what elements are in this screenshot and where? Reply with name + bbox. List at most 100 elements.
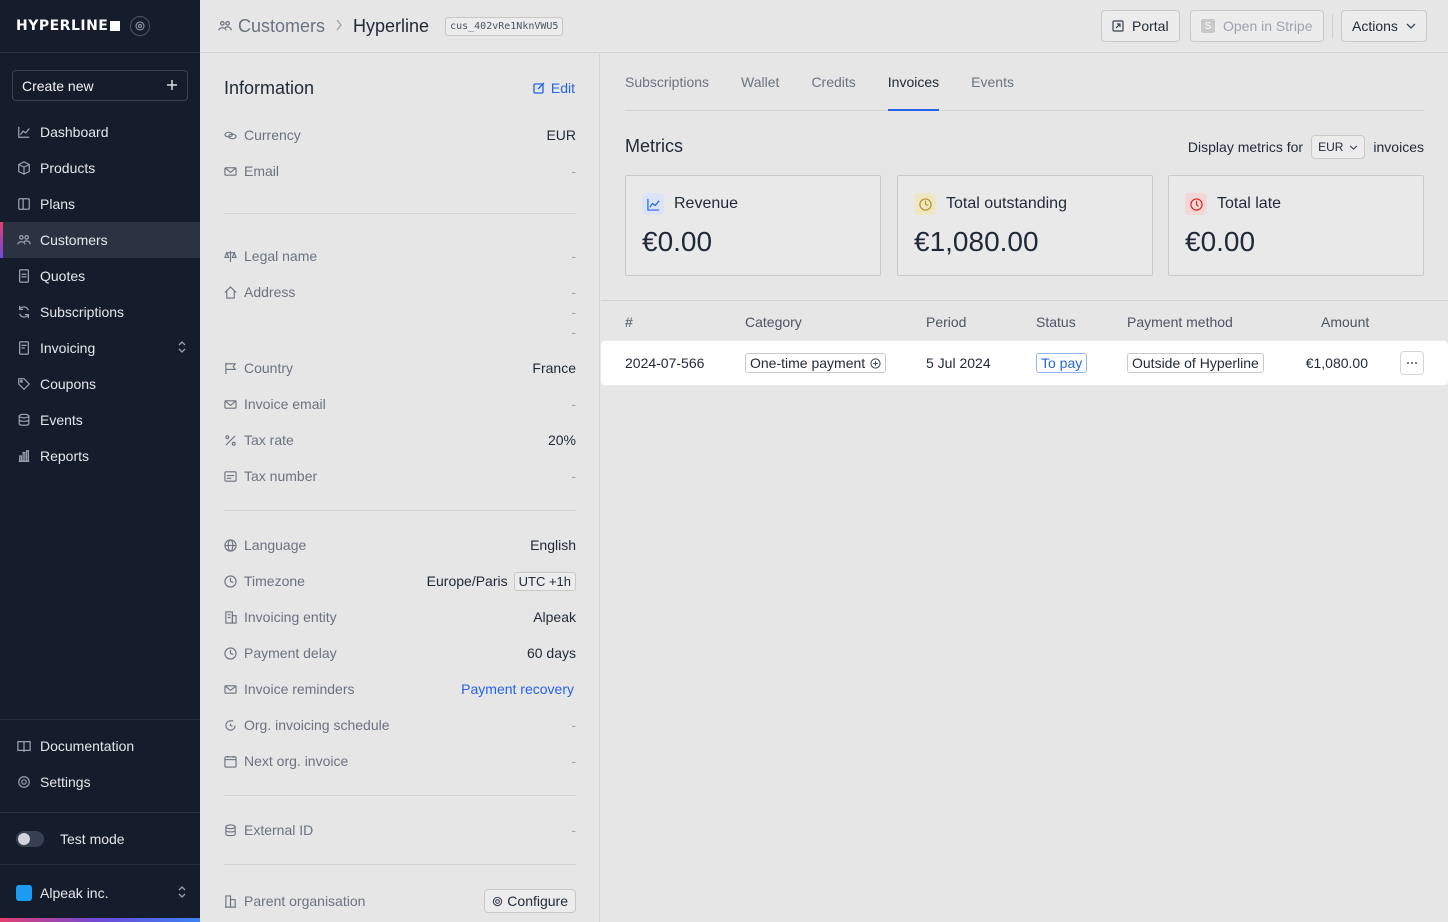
topbar-divider	[1332, 14, 1333, 38]
edit-button[interactable]: Edit	[533, 80, 575, 96]
sidebar-item-label: Plans	[40, 196, 76, 212]
open-in-stripe-label: Open in Stripe	[1223, 18, 1313, 34]
sidebar-item-quotes[interactable]: Quotes	[0, 258, 200, 294]
sidebar-item-reports[interactable]: Reports	[0, 438, 200, 474]
sidebar-item-documentation[interactable]: Documentation	[0, 728, 200, 764]
org-logo	[16, 885, 32, 901]
tab-credits[interactable]: Credits	[811, 53, 855, 110]
org-switcher[interactable]: Alpeak inc.	[0, 875, 200, 911]
sidebar-item-subscriptions[interactable]: Subscriptions	[0, 294, 200, 330]
sidebar-divider	[0, 719, 200, 720]
sidebar-item-customers[interactable]: Customers	[0, 222, 200, 258]
utc-offset-badge: UTC +1h	[513, 571, 576, 591]
page-title: Hyperline	[353, 15, 430, 36]
info-row-email: Email -	[224, 161, 576, 181]
metrics-filter: Display metrics for EUR invoices	[1188, 135, 1424, 159]
coins-icon	[224, 128, 238, 142]
timezone-label: Timezone	[244, 573, 305, 589]
tab-events[interactable]: Events	[971, 53, 1014, 110]
clock-icon	[914, 193, 936, 215]
invoice-icon	[16, 340, 32, 356]
category-badge: One-time payment	[745, 353, 887, 373]
table-row[interactable]: 2024-07-566 One-time payment 5 Jul 2024 …	[601, 341, 1448, 385]
col-status: Status	[1036, 314, 1076, 330]
sidebar-item-label: Dashboard	[40, 124, 109, 140]
address-line-1: -	[571, 284, 576, 300]
invoices-suffix: invoices	[1373, 139, 1424, 155]
expand-chevron-icon[interactable]	[178, 340, 186, 356]
sidebar-item-products[interactable]: Products	[0, 150, 200, 186]
sidebar-item-plans[interactable]: Plans	[0, 186, 200, 222]
sidebar-item-label: Customers	[40, 232, 108, 248]
info-row-invoice-reminders: Invoice reminders Payment recovery	[224, 679, 576, 699]
metric-card-total-late: Total late €0.00	[1168, 175, 1424, 276]
payment-recovery-link[interactable]: Payment recovery	[461, 681, 574, 697]
info-row-tax-rate: Tax rate 20%	[224, 430, 576, 450]
invoice-period: 5 Jul 2024	[926, 355, 991, 371]
country-label: Country	[244, 360, 294, 376]
test-mode-toggle[interactable]	[16, 831, 44, 847]
actions-button[interactable]: Actions	[1341, 10, 1427, 42]
sidebar-item-events[interactable]: Events	[0, 402, 200, 438]
sidebar-item-coupons[interactable]: Coupons	[0, 366, 200, 402]
logo-row: HYPERLINE	[0, 0, 200, 53]
sidebar-item-label: Subscriptions	[40, 304, 125, 320]
tax-number-value: -	[571, 468, 576, 484]
percent-icon	[224, 433, 238, 447]
currency-select[interactable]: EUR	[1311, 135, 1366, 159]
timezone-value: Europe/Paris	[426, 573, 508, 589]
clock-icon	[224, 646, 238, 660]
chevron-down-icon	[1349, 144, 1358, 150]
tax-number-label: Tax number	[244, 468, 318, 484]
database-icon	[224, 823, 238, 837]
total-late-label: Total late	[1217, 195, 1282, 212]
sidebar-item-label: Reports	[40, 448, 90, 464]
schedule-icon	[224, 718, 238, 732]
more-actions-button[interactable]	[1400, 351, 1424, 375]
gear-icon	[492, 896, 503, 907]
configure-button[interactable]: Configure	[484, 889, 576, 913]
create-new-button[interactable]: Create new	[12, 70, 188, 101]
total-outstanding-label: Total outstanding	[946, 195, 1067, 212]
sidebar: HYPERLINE Create new Dashboard Products …	[0, 0, 200, 922]
display-metrics-label: Display metrics for	[1187, 139, 1304, 155]
tab-subscriptions[interactable]: Subscriptions	[625, 53, 709, 110]
sidebar-item-label: Documentation	[40, 738, 135, 754]
bar-chart-icon	[16, 448, 32, 464]
info-row-invoicing-entity: Invoicing entity Alpeak	[224, 607, 576, 627]
external-id-value: -	[571, 822, 576, 838]
metrics-title: Metrics	[625, 136, 683, 156]
currency-label: Currency	[244, 127, 301, 143]
workspace-gear-icon[interactable]	[130, 16, 151, 36]
mail-icon	[224, 397, 238, 411]
customer-id-badge[interactable]: cus_402vRe1NknVWU5	[445, 16, 564, 36]
breadcrumb-customers[interactable]: Customers	[238, 16, 325, 37]
customer-information-panel: Information Edit Currency EUR Email - Le…	[200, 54, 600, 922]
users-icon	[218, 19, 232, 33]
users-icon	[16, 232, 32, 248]
chart-line-icon	[16, 124, 32, 140]
external-id-label: External ID	[244, 822, 314, 838]
info-row-tax-number: Tax number -	[224, 466, 576, 486]
tab-invoices[interactable]: Invoices	[887, 53, 940, 111]
portal-button[interactable]: Portal	[1101, 10, 1180, 42]
address-label: Address	[244, 284, 296, 300]
sidebar-item-settings[interactable]: Settings	[0, 764, 200, 800]
sidebar-item-dashboard[interactable]: Dashboard	[0, 114, 200, 150]
sidebar-item-invoicing[interactable]: Invoicing	[0, 330, 200, 366]
globe-icon	[224, 538, 238, 552]
open-in-stripe-button[interactable]: S Open in Stripe	[1190, 10, 1324, 42]
invoice-email-value: -	[571, 396, 576, 412]
information-title: Information	[224, 78, 315, 98]
language-value: English	[530, 537, 576, 553]
configure-label: Configure	[507, 893, 568, 909]
info-row-parent-organisation: Parent organisation Configure	[224, 889, 576, 913]
org-invoicing-schedule-value: -	[571, 717, 576, 733]
box-icon	[16, 160, 32, 176]
info-row-language: Language English	[224, 535, 576, 555]
revenue-value: €0.00	[642, 226, 713, 257]
stripe-icon: S	[1201, 19, 1215, 33]
tag-icon	[16, 376, 32, 392]
tab-wallet[interactable]: Wallet	[741, 53, 779, 110]
edit-label: Edit	[550, 80, 575, 96]
